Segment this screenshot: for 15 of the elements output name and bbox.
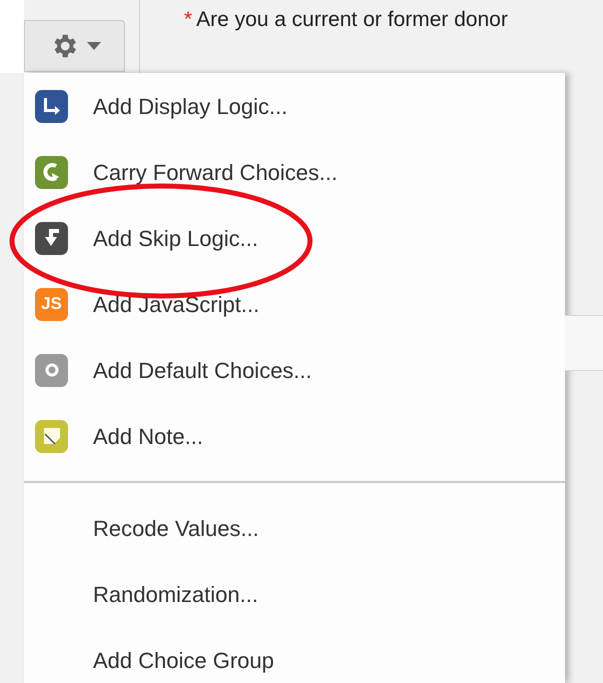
- settings-button[interactable]: [24, 20, 125, 72]
- menu-item[interactable]: Add Note...: [24, 403, 565, 469]
- menu-item[interactable]: Randomization...: [24, 561, 565, 627]
- javascript-icon: JS: [35, 288, 68, 320]
- menu-item[interactable]: Add Display Logic...: [24, 73, 565, 139]
- required-mark: *: [184, 7, 192, 33]
- caret-icon: [86, 42, 100, 50]
- menu-item[interactable]: Add Choice Group: [24, 627, 565, 683]
- menu-item[interactable]: Add Default Choices...: [24, 337, 565, 403]
- menu-item[interactable]: Add Skip Logic...: [24, 205, 565, 271]
- menu-item[interactable]: Recode Values...: [24, 495, 565, 561]
- note-icon: [35, 420, 68, 452]
- question-text: Are you a current or former donor: [196, 7, 508, 33]
- menu-item[interactable]: Carry Forward Choices...: [24, 139, 565, 205]
- menu-item[interactable]: JS Add JavaScript...: [24, 271, 565, 337]
